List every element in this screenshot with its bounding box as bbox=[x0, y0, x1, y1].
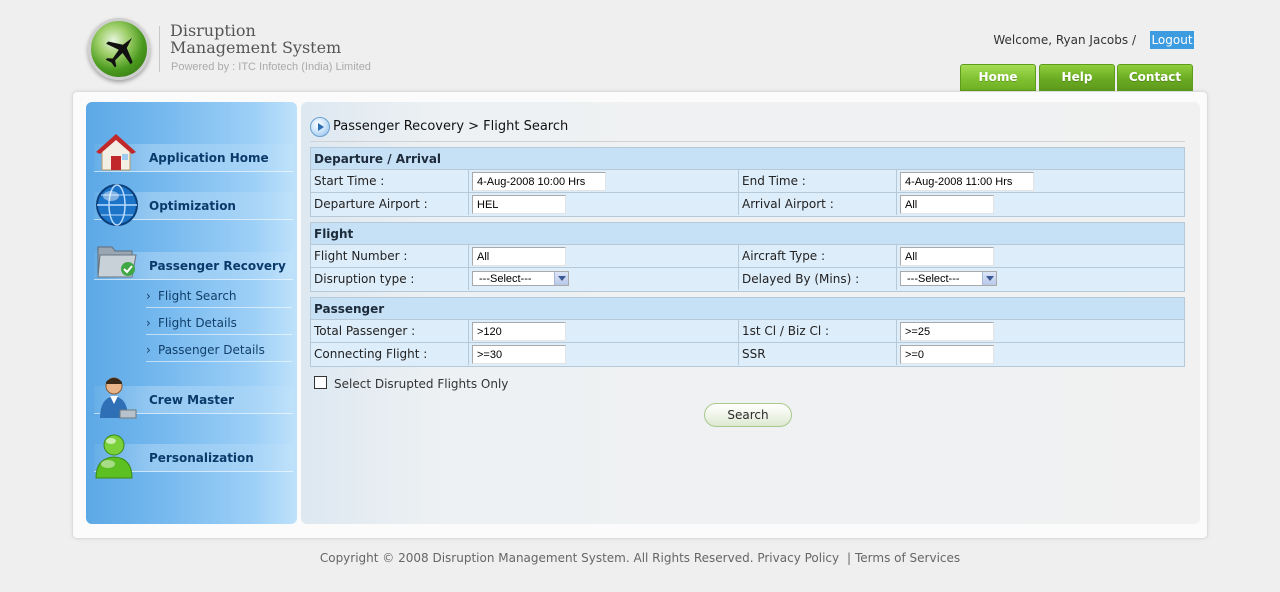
app-title-line1: Disruption bbox=[170, 21, 256, 40]
app-title-line2: Management System bbox=[170, 38, 342, 57]
field-label: End Time : bbox=[739, 170, 897, 192]
field-label: Aircraft Type : bbox=[739, 245, 897, 267]
disruption-type-select[interactable]: ---Select--- bbox=[472, 271, 569, 286]
sidebar-subitem-passenger-details[interactable]: › Passenger Details bbox=[146, 338, 292, 362]
sidebar-item-personalization[interactable]: Personalization bbox=[86, 434, 297, 479]
field-label: SSR bbox=[739, 343, 897, 365]
field-label: Departure Airport : bbox=[311, 193, 469, 215]
app-title: Disruption Management System bbox=[170, 22, 341, 56]
field-label: Total Passenger : bbox=[311, 320, 469, 342]
form-row: Connecting Flight : >=30 SSR >=0 bbox=[311, 343, 1184, 366]
sidebar-item-crew-master[interactable]: Crew Master bbox=[86, 377, 297, 419]
ssr-input[interactable]: >=0 bbox=[900, 345, 994, 364]
select-value: ---Select--- bbox=[479, 273, 532, 285]
logout-button[interactable]: Logout bbox=[1150, 31, 1194, 49]
footer-separator: | bbox=[846, 551, 851, 565]
select-value: ---Select--- bbox=[907, 273, 960, 285]
form-row: Flight Number : All Aircraft Type : All bbox=[311, 245, 1184, 268]
end-time-input[interactable]: 4-Aug-2008 11:00 Hrs bbox=[900, 172, 1034, 191]
airplane-logo-icon bbox=[88, 18, 150, 80]
crew-icon bbox=[94, 374, 140, 426]
sidebar-subitem-label: Passenger Details bbox=[158, 343, 265, 357]
section-passenger: Passenger Total Passenger : >120 1st Cl … bbox=[310, 297, 1185, 367]
form-row: Start Time : 4-Aug-2008 10:00 Hrs End Ti… bbox=[311, 170, 1184, 193]
first-biz-class-input[interactable]: >=25 bbox=[900, 322, 994, 341]
section-flight: Flight Flight Number : All Aircraft Type… bbox=[310, 222, 1185, 292]
copyright-text: Copyright © 2008 Disruption Management S… bbox=[319, 551, 754, 565]
section-title: Passenger bbox=[311, 298, 1184, 320]
arrival-airport-input[interactable]: All bbox=[900, 195, 994, 214]
sidebar: Application Home Optimization Passenger … bbox=[86, 102, 297, 524]
chevron-right-icon: › bbox=[146, 343, 151, 357]
total-passenger-input[interactable]: >120 bbox=[472, 322, 566, 341]
connecting-flight-input[interactable]: >=30 bbox=[472, 345, 566, 364]
start-time-input[interactable]: 4-Aug-2008 10:00 Hrs bbox=[472, 172, 606, 191]
chevron-right-icon: › bbox=[146, 316, 151, 330]
section-title: Flight bbox=[311, 223, 1184, 245]
chevron-down-icon[interactable] bbox=[554, 272, 568, 285]
page-heading: Passenger Recovery > Flight Search bbox=[310, 117, 1185, 142]
disrupted-only-checkbox[interactable] bbox=[314, 376, 327, 389]
checkbox-label: Select Disrupted Flights Only bbox=[334, 377, 509, 391]
aircraft-type-input[interactable]: All bbox=[900, 247, 994, 266]
search-button[interactable]: Search bbox=[704, 403, 792, 427]
form-row: Departure Airport : HEL Arrival Airport … bbox=[311, 193, 1184, 216]
sidebar-item-label: Passenger Recovery bbox=[149, 259, 286, 273]
sidebar-subitem-flight-search[interactable]: › Flight Search bbox=[146, 284, 292, 308]
section-departure-arrival: Departure / Arrival Start Time : 4-Aug-2… bbox=[310, 147, 1185, 217]
field-label: Delayed By (Mins) : bbox=[739, 268, 897, 290]
sidebar-item-label: Crew Master bbox=[149, 393, 235, 407]
home-icon bbox=[94, 132, 138, 180]
sidebar-subitem-label: Flight Details bbox=[158, 316, 237, 330]
sidebar-item-label: Optimization bbox=[149, 199, 236, 213]
form-row: Disruption type : ---Select--- Delayed B… bbox=[311, 268, 1184, 291]
sidebar-item-label: Application Home bbox=[149, 151, 269, 165]
chevron-right-icon: › bbox=[146, 289, 151, 303]
sidebar-item-passenger-recovery[interactable]: Passenger Recovery bbox=[86, 246, 297, 280]
departure-airport-input[interactable]: HEL bbox=[472, 195, 566, 214]
section-title: Departure / Arrival bbox=[311, 148, 1184, 170]
sidebar-item-label: Personalization bbox=[149, 451, 254, 465]
field-label: Arrival Airport : bbox=[739, 193, 897, 215]
play-arrow-icon bbox=[310, 117, 330, 137]
field-label: Disruption type : bbox=[311, 268, 469, 290]
delayed-by-select[interactable]: ---Select--- bbox=[900, 271, 997, 286]
app-logo: Disruption Management System Powered by … bbox=[86, 16, 396, 84]
powered-by-text: Powered by : ITC Infotech (India) Limite… bbox=[171, 61, 371, 73]
welcome-text: Welcome, Ryan Jacobs / bbox=[993, 33, 1136, 47]
page-title: Passenger Recovery > Flight Search bbox=[333, 119, 569, 134]
form-row: Total Passenger : >120 1st Cl / Biz Cl :… bbox=[311, 320, 1184, 343]
field-label: Start Time : bbox=[311, 170, 469, 192]
globe-icon bbox=[94, 182, 140, 232]
field-label: Flight Number : bbox=[311, 245, 469, 267]
tab-contact[interactable]: Contact bbox=[1117, 64, 1193, 91]
field-label: Connecting Flight : bbox=[311, 343, 469, 365]
flight-number-input[interactable]: All bbox=[472, 247, 566, 266]
tab-home[interactable]: Home bbox=[960, 64, 1036, 91]
sidebar-item-application-home[interactable]: Application Home bbox=[86, 134, 297, 172]
chevron-down-icon[interactable] bbox=[982, 272, 996, 285]
footer: Copyright © 2008 Disruption Management S… bbox=[0, 551, 1280, 565]
terms-of-services-link[interactable]: Terms of Services bbox=[855, 551, 960, 565]
sidebar-subitem-flight-details[interactable]: › Flight Details bbox=[146, 311, 292, 335]
tab-help[interactable]: Help bbox=[1039, 64, 1115, 91]
user-icon bbox=[94, 432, 140, 484]
field-label: 1st Cl / Biz Cl : bbox=[739, 320, 897, 342]
sidebar-item-optimization[interactable]: Optimization bbox=[86, 184, 297, 226]
privacy-policy-link[interactable]: Privacy Policy bbox=[757, 551, 839, 565]
logo-divider bbox=[159, 26, 160, 72]
sidebar-subitem-label: Flight Search bbox=[158, 289, 237, 303]
folder-icon bbox=[94, 239, 140, 287]
